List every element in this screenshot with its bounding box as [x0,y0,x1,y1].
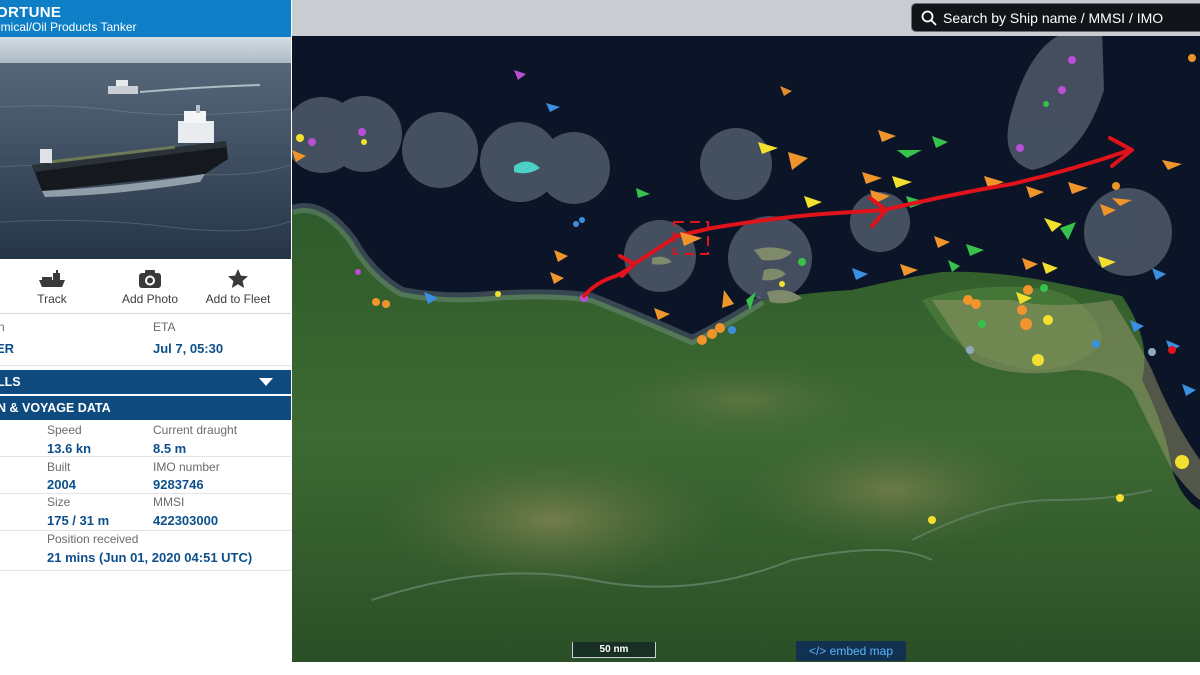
built-imo-row: Built 2004 IMO number 9283746 [0,457,291,494]
destination-label: n [0,320,5,334]
add-photo-label: Add Photo [121,292,179,306]
size-mmsi-row: Size 175 / 31 m MMSI 422303000 [0,494,291,531]
embed-map-button[interactable]: </> embed map [796,641,906,661]
map-scale: 50 nm [572,642,656,658]
vessel-header: ORTUNE emical/Oil Products Tanker [0,0,291,37]
track-label: Track [37,292,67,306]
position-label: Position received [47,532,139,546]
camera-icon [100,268,200,290]
mmsi-value: 422303000 [153,513,219,528]
built-value: 2004 [47,477,76,492]
draught-value: 8.5 m [153,441,187,456]
port-calls-section[interactable]: LLS [0,370,291,394]
speed-draught-row: Speed 13.6 kn Current draught 8.5 m [0,420,291,457]
draught-label: Current draught [153,423,238,437]
add-to-fleet-label: Add to Fleet [205,292,271,306]
imo-value: 9283746 [153,477,204,492]
vessel-panel: ORTUNE emical/Oil Products Tanker Track … [0,0,291,675]
star-icon [200,268,276,290]
vessel-actions: Track Add Photo Add to Fleet [0,262,291,314]
built-label: Built [47,460,71,474]
position-value: 21 mins (Jun 01, 2020 04:51 UTC) [47,550,253,565]
search-input[interactable]: Search by Ship name / MMSI / IMO [911,3,1200,32]
destination-value: ER [0,341,15,356]
speed-label: Speed [47,423,82,437]
chevron-down-icon [259,378,273,386]
scale-label: 50 nm [599,644,629,655]
size-value: 175 / 31 m [47,513,110,528]
ship-icon [28,268,76,290]
search-placeholder: Search by Ship name / MMSI / IMO [943,10,1164,26]
add-to-fleet-button[interactable]: Add to Fleet [200,268,276,306]
voyage-data-title: N & VOYAGE DATA [0,401,111,415]
search-icon [921,10,937,29]
app-root: ORTUNE emical/Oil Products Tanker Track … [0,0,1200,675]
vessel-type: emical/Oil Products Tanker [0,20,137,34]
vessel-name: ORTUNE [0,4,62,21]
eta-label: ETA [153,320,176,334]
size-label: Size [47,495,71,509]
voyage-data-section[interactable]: N & VOYAGE DATA [0,396,291,420]
add-photo-button[interactable]: Add Photo [100,268,200,306]
position-row: Position received 21 mins (Jun 01, 2020 … [0,531,291,571]
port-calls-title: LLS [0,375,21,389]
eta-value: Jul 7, 05:30 [153,341,224,356]
map-canvas[interactable] [292,0,1200,662]
imo-label: IMO number [153,460,220,474]
track-button[interactable]: Track [28,268,76,306]
map-bottom-strip [292,662,1200,675]
destination-eta-row: n ER ETA Jul 7, 05:30 [0,318,291,366]
mmsi-label: MMSI [153,495,185,509]
speed-value: 13.6 kn [47,441,92,456]
vessel-photo[interactable] [0,37,291,259]
map-view[interactable] [292,0,1200,662]
